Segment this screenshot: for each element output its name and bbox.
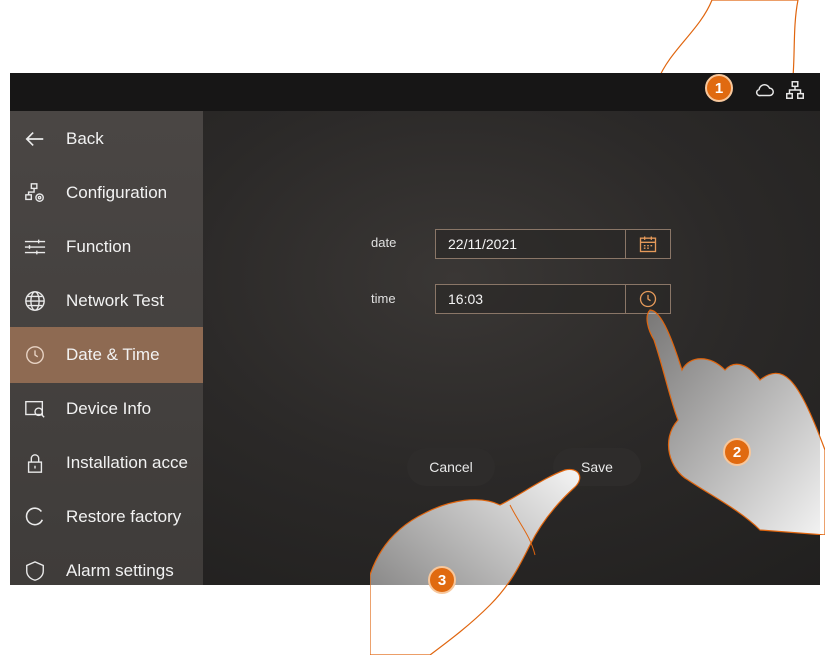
sliders-icon <box>24 239 46 255</box>
sidebar-item-restore-factory[interactable]: Restore factory <box>10 489 203 545</box>
sidebar-item-installation-access[interactable]: Installation acce <box>10 435 203 491</box>
sidebar-item-label: Configuration <box>66 183 168 202</box>
calendar-button[interactable] <box>625 230 670 258</box>
hand-overlay-2 <box>646 309 825 535</box>
cloud-icon <box>755 84 774 97</box>
sidebar-item-device-info[interactable]: Device Info <box>10 381 203 437</box>
date-field[interactable]: 22/11/2021 <box>435 229 671 259</box>
time-label: time <box>371 291 396 306</box>
configuration-icon <box>25 183 44 202</box>
sidebar-item-label: Device Info <box>66 399 152 418</box>
sidebar-item-function[interactable]: Function <box>10 219 203 275</box>
sidebar-item-label: Alarm settings <box>66 561 174 580</box>
sidebar-item-label: Installation acce <box>66 453 188 472</box>
sidebar-item-label: Back <box>66 129 104 148</box>
time-field[interactable]: 16:03 <box>435 284 671 314</box>
sidebar-item-back[interactable]: Back <box>10 111 203 167</box>
globe-icon <box>25 291 45 311</box>
callout-badge-1: 1 <box>705 74 733 102</box>
calendar-icon <box>639 236 657 253</box>
status-bar <box>10 73 820 111</box>
settings-sidebar: Back Configuration Function Network Test… <box>10 111 203 585</box>
sidebar-item-alarm-settings[interactable]: Alarm settings <box>10 543 203 585</box>
sidebar-item-label: Restore factory <box>66 507 182 526</box>
sidebar-item-configuration[interactable]: Configuration <box>10 165 203 221</box>
restore-icon <box>25 507 44 526</box>
callout-badge-3: 3 <box>428 566 456 594</box>
device-info-icon <box>25 400 45 418</box>
date-value: 22/11/2021 <box>448 236 518 252</box>
hand-overlay-3 <box>370 468 581 655</box>
clock-icon <box>26 346 44 364</box>
sidebar-item-label: Function <box>66 237 132 256</box>
sidebar-item-network-test[interactable]: Network Test <box>10 273 203 329</box>
network-icon <box>786 81 804 99</box>
date-label: date <box>371 235 397 250</box>
lock-icon <box>27 454 43 473</box>
sidebar-item-label: Network Test <box>66 291 164 310</box>
sidebar-item-label: Date & Time <box>66 345 160 364</box>
time-value: 16:03 <box>448 291 484 307</box>
shield-icon <box>26 561 44 581</box>
sidebar-item-date-time[interactable]: Date & Time <box>10 327 203 383</box>
callout-badge-2: 2 <box>723 438 751 466</box>
back-arrow-icon <box>25 131 44 147</box>
